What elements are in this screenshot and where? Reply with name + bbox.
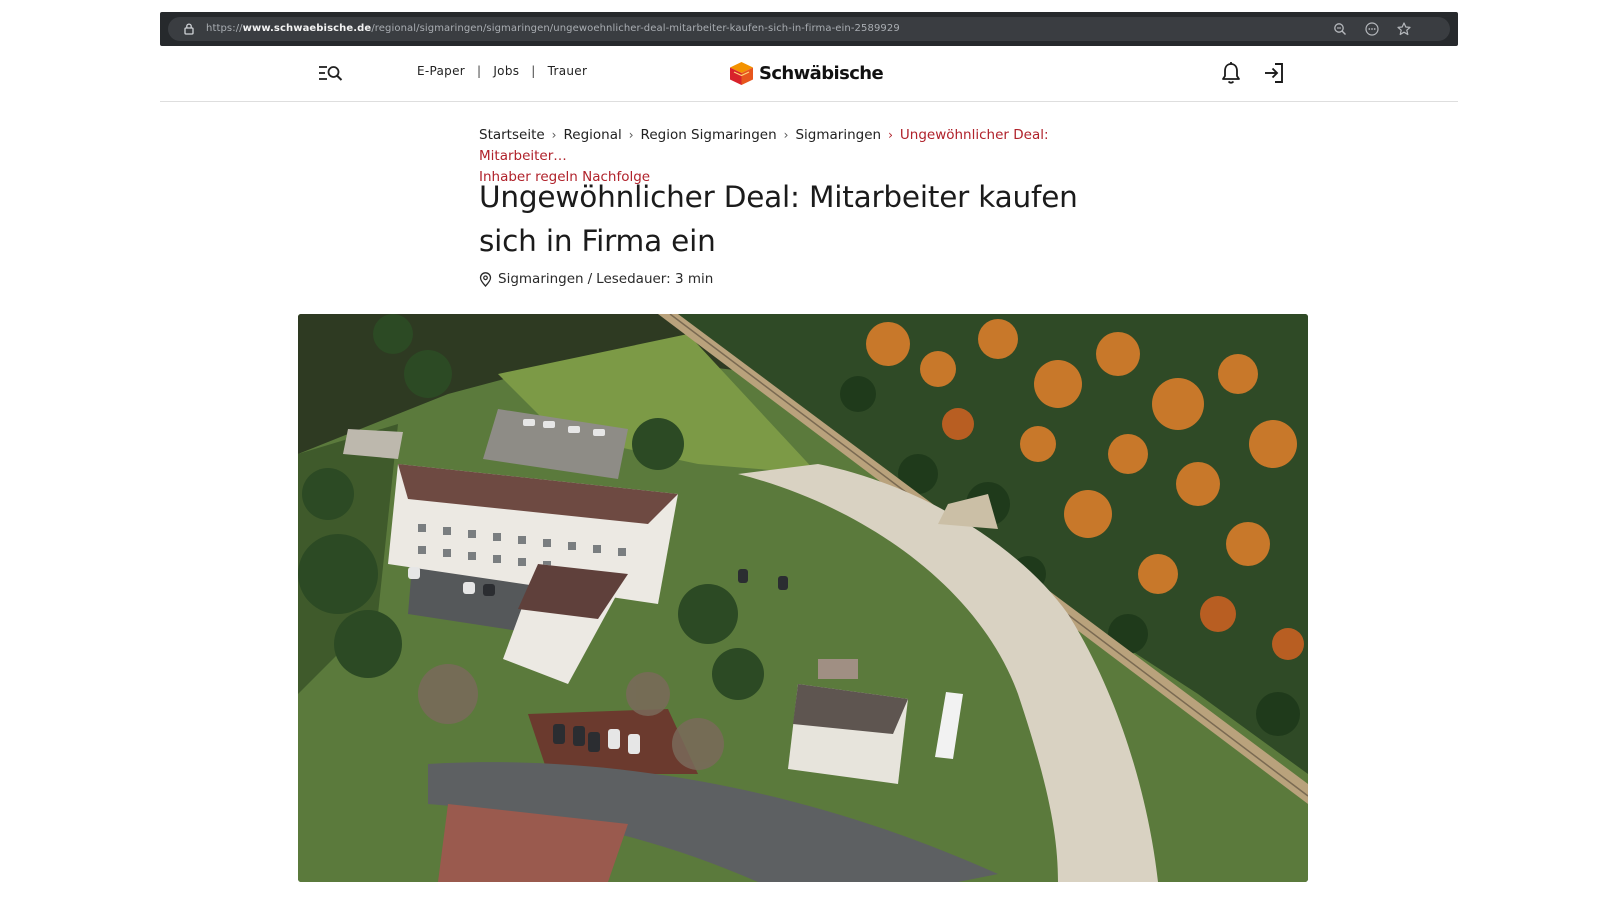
location-pin-icon bbox=[479, 271, 492, 287]
nav-trauer[interactable]: Trauer bbox=[548, 64, 588, 78]
nav-separator: | bbox=[531, 64, 536, 78]
login-icon[interactable] bbox=[1262, 61, 1286, 85]
article-reading-time: Lesedauer: 3 min bbox=[596, 271, 714, 287]
nav-jobs[interactable]: Jobs bbox=[493, 64, 519, 78]
chevron-right-icon: › bbox=[551, 128, 557, 142]
breadcrumb-startseite[interactable]: Startseite bbox=[479, 127, 545, 143]
article-location: Sigmaringen bbox=[498, 271, 584, 287]
chevron-right-icon: › bbox=[628, 128, 634, 142]
breadcrumb-sigmaringen[interactable]: Sigmaringen bbox=[795, 127, 881, 143]
header-nav: E-Paper | Jobs | Trauer bbox=[417, 64, 587, 78]
site-logo[interactable]: Schwäbische bbox=[728, 57, 884, 89]
zoom-icon[interactable] bbox=[1332, 21, 1348, 37]
meta-separator: / bbox=[587, 271, 593, 287]
bookmark-star-icon[interactable] bbox=[1396, 21, 1412, 37]
breadcrumb-region-sigmaringen[interactable]: Region Sigmaringen bbox=[641, 127, 777, 143]
nav-separator: | bbox=[477, 64, 482, 78]
site-header: E-Paper | Jobs | Trauer Schwäbische bbox=[160, 46, 1458, 102]
nav-epaper[interactable]: E-Paper bbox=[417, 64, 465, 78]
chevron-right-icon: › bbox=[888, 128, 893, 142]
article-meta: Sigmaringen / Lesedauer: 3 min bbox=[479, 271, 713, 287]
article-headline: Ungewöhnlicher Deal: Mitarbeiter kaufen … bbox=[479, 180, 1078, 258]
chevron-right-icon: › bbox=[783, 128, 789, 142]
menu-search-icon[interactable] bbox=[318, 62, 344, 84]
breadcrumb-regional[interactable]: Regional bbox=[563, 127, 621, 143]
more-options-icon[interactable] bbox=[1364, 21, 1380, 37]
address-bar[interactable]: https://www.schwaebische.de/regional/sig… bbox=[168, 17, 1450, 41]
article-hero-image bbox=[298, 314, 1308, 882]
lock-icon bbox=[184, 23, 194, 35]
url-text: https://www.schwaebische.de/regional/sig… bbox=[206, 23, 900, 34]
browser-toolbar: https://www.schwaebische.de/regional/sig… bbox=[160, 12, 1458, 46]
logo-wordmark: Schwäbische bbox=[759, 62, 884, 84]
aerial-photo bbox=[298, 314, 1308, 882]
logo-mark-icon bbox=[730, 61, 753, 85]
bell-icon[interactable] bbox=[1220, 61, 1242, 85]
